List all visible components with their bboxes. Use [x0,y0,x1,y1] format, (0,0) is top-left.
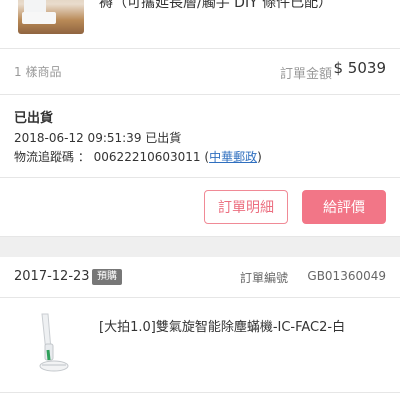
order-header: 2017-12-23 預購 訂單編號 GB01360049 [0,257,400,297]
preorder-badge: 預購 [92,269,122,285]
vacuum-thumbnail[interactable] [24,310,84,376]
tracking-label: 物流追蹤碼 ： [14,150,90,164]
carrier-paren-close: ) [257,150,262,164]
order-actions: 訂單明細 給評價 [0,178,400,236]
order-summary: 1 樣商品 訂單金額 $ 5039 [0,49,400,94]
product-item[interactable]: [大拍1.0]雙氣旋智能除塵蟎機-IC-FAC2-白 [0,298,400,392]
tracking-number: 00622210603011 [93,150,201,164]
order-amount: $ 5039 [333,59,387,77]
shipped-time: 2018-06-12 09:51:39 已出貨 [14,131,182,145]
shipping-status: 已出貨 [14,111,54,126]
order-date: 2017-12-23 [14,269,90,284]
divider [0,392,400,393]
product-title[interactable]: [大拍1.0]雙氣旋智能除塵蟎機-IC-FAC2-白 [99,316,345,335]
product-thumbnail[interactable] [18,0,84,34]
order-detail-button[interactable]: 訂單明細 [204,190,288,224]
product-title[interactable]: 褥（可攜延長層/觸手 DIY 條件已配） [99,0,332,12]
order-number-label: 訂單編號 [239,271,288,285]
product-item-top[interactable]: 褥（可攜延長層/觸手 DIY 條件已配） [0,0,400,48]
review-button[interactable]: 給評價 [302,190,386,224]
section-gap [0,237,400,257]
carrier-link[interactable]: 中華郵政 [209,150,257,164]
tracking-line: 物流追蹤碼 ： 00622210603011 (中華郵政) [14,148,262,165]
order-number: GB01360049 [307,269,386,283]
shipping-info: 已出貨 2018-06-12 09:51:39 已出貨 物流追蹤碼 ： 0062… [0,95,400,177]
item-count: 1 樣商品 [14,65,62,79]
amount-label: 訂單金額 [279,67,332,82]
